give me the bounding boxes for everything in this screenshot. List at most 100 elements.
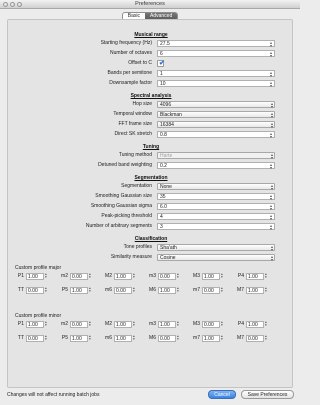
profile-weight-field[interactable]: 0.00 (202, 287, 220, 294)
stepper-icon[interactable]: ▴ ▾ (269, 214, 273, 221)
profile-weight-field[interactable]: 0.00 (114, 287, 132, 294)
stepper-icon[interactable]: ▴ ▾ (133, 334, 136, 342)
zoom-window-icon[interactable] (17, 2, 22, 7)
profile-weight-field[interactable]: 1.00 (114, 273, 132, 280)
fft-frame-size-select[interactable]: 16384 ▴ ▾ (157, 121, 275, 129)
profile-weight-field[interactable]: 1.00 (246, 273, 264, 280)
detuned-band-weighting-field[interactable]: 0.2 ▴ ▾ (157, 162, 275, 170)
stepper-icon[interactable]: ▴ ▾ (265, 334, 268, 342)
profile-weight-field[interactable]: 1.00 (158, 321, 176, 328)
gaussian-size-label: Smoothing Gaussian size (95, 193, 152, 199)
profile-weight-field[interactable]: 0.00 (70, 273, 88, 280)
similarity-measure-select[interactable]: Cosine ▴ ▾ (157, 254, 275, 262)
stepper-icon[interactable]: ▴ ▾ (45, 272, 48, 280)
stepper-icon[interactable]: ▴ ▾ (269, 41, 273, 48)
profile-interval-label: P5 (61, 335, 68, 341)
tuning-method-select[interactable]: Harte ▴ ▾ (157, 152, 275, 160)
stepper-icon[interactable]: ▴ ▾ (133, 272, 136, 280)
save-preferences-button[interactable]: Save Preferences (241, 390, 294, 399)
profile-weight-field[interactable]: 1.00 (246, 287, 264, 294)
profile-weight-field[interactable]: 0.00 (158, 335, 176, 342)
stepper-icon[interactable]: ▴ ▾ (221, 320, 224, 328)
stepper-icon[interactable]: ▴ ▾ (177, 320, 180, 328)
stepper-icon[interactable]: ▴ ▾ (265, 272, 268, 280)
stepper-icon[interactable]: ▴ ▾ (269, 71, 273, 78)
profile-weight-field[interactable]: 1.00 (26, 321, 44, 328)
profile-weight-field[interactable]: 1.00 (114, 335, 132, 342)
arbitrary-segments-field[interactable]: 3 ▴ ▾ (157, 223, 275, 231)
profile-interval-label: m6 (105, 287, 112, 293)
profile-interval-label: m6 (105, 335, 112, 341)
profile-interval-label: M7 (237, 335, 244, 341)
stepper-icon[interactable]: ▴ ▾ (269, 132, 273, 139)
temporal-window-select[interactable]: Blackman ▴ ▾ (157, 111, 275, 119)
offset-to-c-checkbox[interactable]: ✔ (157, 60, 165, 67)
stepper-icon[interactable]: ▴ ▾ (45, 286, 48, 294)
profile-interval-label: m3 (149, 321, 156, 327)
profile-interval-label: M7 (237, 287, 244, 293)
stepper-icon[interactable]: ▴ ▾ (45, 320, 48, 328)
octaves-field[interactable]: 6 ▴ ▾ (157, 50, 275, 58)
profile-weight-field[interactable]: 1.00 (246, 321, 264, 328)
profile-weight-field[interactable]: 1.00 (26, 273, 44, 280)
stepper-icon[interactable]: ▴ ▾ (89, 286, 92, 294)
advanced-panel: Musical range Starting frequency (Hz) 27… (7, 19, 293, 388)
stepper-icon[interactable]: ▴ ▾ (269, 51, 273, 58)
offset-to-c-label: Offset to C (128, 60, 152, 66)
profile-interval-label: TT (17, 335, 24, 341)
section-musical-range: Musical range (134, 32, 168, 38)
stepper-icon[interactable]: ▴ ▾ (177, 286, 180, 294)
stepper-icon[interactable]: ▴ ▾ (269, 204, 273, 211)
temporal-window-label: Temporal window (113, 111, 152, 117)
profile-interval-label: P5 (61, 287, 68, 293)
profile-weight-field[interactable]: 0.00 (158, 273, 176, 280)
stepper-icon[interactable]: ▴ ▾ (265, 286, 268, 294)
hop-size-select[interactable]: 4096 ▴ ▾ (157, 101, 275, 109)
profile-weight-field[interactable]: 1.00 (202, 273, 220, 280)
stepper-icon[interactable]: ▴ ▾ (89, 334, 92, 342)
profile-interval-label: m7 (193, 335, 200, 341)
stepper-icon[interactable]: ▴ ▾ (269, 163, 273, 170)
stepper-icon[interactable]: ▴ ▾ (265, 320, 268, 328)
stepper-icon[interactable]: ▴ ▾ (221, 334, 224, 342)
profile-weight-field[interactable]: 1.00 (70, 335, 88, 342)
profile-weight-field[interactable]: 0.00 (26, 287, 44, 294)
gaussian-size-field[interactable]: 35 ▴ ▾ (157, 193, 275, 201)
tone-profiles-select[interactable]: Sha'ath ▴ ▾ (157, 244, 275, 252)
stepper-icon[interactable]: ▴ ▾ (45, 334, 48, 342)
stepper-icon[interactable]: ▴ ▾ (133, 320, 136, 328)
peak-picking-threshold-field[interactable]: 4 ▴ ▾ (157, 213, 275, 221)
profile-weight-field[interactable]: 1.00 (70, 287, 88, 294)
downsample-factor-field[interactable]: 10 ▴ ▾ (157, 80, 275, 88)
profile-weight-field[interactable]: 0.00 (70, 321, 88, 328)
starting-frequency-field[interactable]: 27.5 ▴ ▾ (157, 40, 275, 48)
close-window-icon[interactable] (3, 2, 8, 7)
tuning-method-label: Tuning method (118, 152, 152, 158)
profile-weight-field[interactable]: 1.00 (202, 335, 220, 342)
stepper-icon[interactable]: ▴ ▾ (177, 272, 180, 280)
stepper-icon[interactable]: ▴ ▾ (221, 286, 224, 294)
stepper-icon[interactable]: ▴ ▾ (89, 320, 92, 328)
stepper-icon[interactable]: ▴ ▾ (221, 272, 224, 280)
stepper-icon[interactable]: ▴ ▾ (177, 334, 180, 342)
preferences-window: Preferences Basic Advanced Musical range… (0, 0, 300, 405)
direct-sk-stretch-field[interactable]: 0.8 ▴ ▾ (157, 131, 275, 139)
stepper-icon[interactable]: ▴ ▾ (269, 224, 273, 231)
bands-per-semitone-field[interactable]: 1 ▴ ▾ (157, 70, 275, 78)
stepper-icon[interactable]: ▴ ▾ (269, 194, 273, 201)
gaussian-sigma-field[interactable]: 6.0 ▴ ▾ (157, 203, 275, 211)
profile-weight-field[interactable]: 1.00 (158, 287, 176, 294)
segmentation-select[interactable]: None ▴ ▾ (157, 183, 275, 191)
stepper-icon[interactable]: ▴ ▾ (89, 272, 92, 280)
profile-weight-field[interactable]: 0.00 (246, 335, 264, 342)
profile-weight-field[interactable]: 0.00 (202, 321, 220, 328)
cancel-button[interactable]: Cancel (208, 390, 236, 399)
profile-interval-label: P4 (237, 321, 244, 327)
stepper-icon[interactable]: ▴ ▾ (269, 81, 273, 88)
profile-interval-label: m7 (193, 287, 200, 293)
minimize-window-icon[interactable] (10, 2, 15, 7)
stepper-icon[interactable]: ▴ ▾ (133, 286, 136, 294)
direct-sk-stretch-label: Direct SK stretch (114, 131, 152, 137)
profile-weight-field[interactable]: 1.00 (114, 321, 132, 328)
profile-weight-field[interactable]: 0.00 (26, 335, 44, 342)
